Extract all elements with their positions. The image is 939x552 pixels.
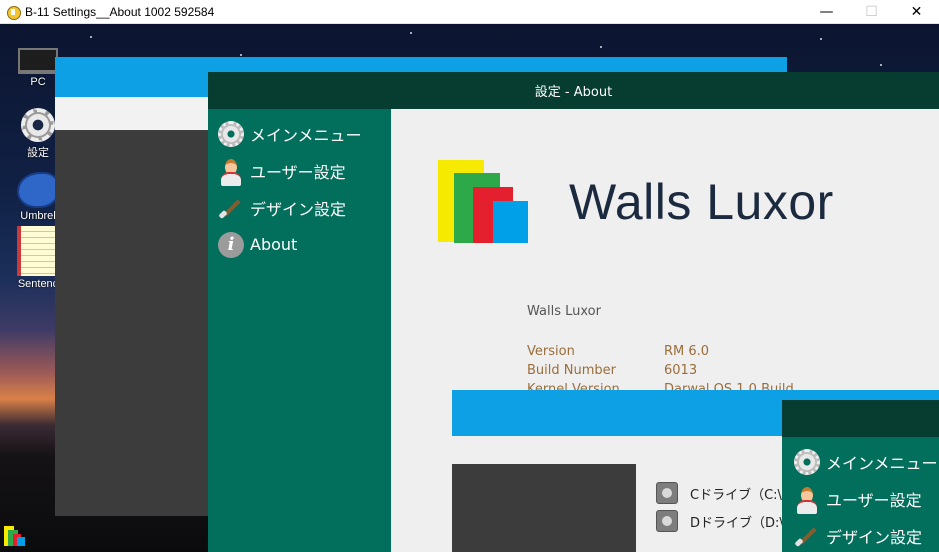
star: [600, 46, 602, 48]
nav-item-user-settings[interactable]: ユーザー設定: [208, 152, 391, 189]
nav-item-design-settings[interactable]: デザイン設定: [208, 189, 391, 226]
nav-item-label: デザイン設定: [826, 527, 923, 547]
nav-item-user-settings[interactable]: ユーザー設定: [782, 480, 939, 517]
notepad-icon: [17, 226, 59, 276]
gear-icon: [218, 120, 244, 147]
window-titlebar: B-11 Settings__About 1002 592584 — ☐ ✕: [0, 0, 939, 24]
pc-icon: [18, 48, 58, 74]
nav-item-label: ユーザー設定: [250, 162, 346, 182]
settings-window-title[interactable]: 設定 - About: [208, 72, 939, 109]
brush-icon: [794, 523, 820, 549]
app-icon: [6, 5, 21, 20]
dolphin-icon: [17, 172, 59, 208]
minimize-button[interactable]: —: [804, 0, 849, 24]
front-window-titlebar[interactable]: [782, 400, 939, 437]
window-title: B-11 Settings__About 1002 592584: [25, 4, 215, 19]
info-row-build: Build Number 6013: [527, 363, 697, 378]
app-name: Walls Luxor: [527, 304, 601, 319]
settings-sidebar: メインメニュー ユーザー設定 デザイン設定 i About: [208, 109, 391, 552]
info-value: RM 6.0: [664, 344, 710, 359]
walls-luxor-logo: [438, 160, 533, 244]
info-value: 6013: [664, 363, 698, 378]
nav-item-design-settings[interactable]: デザイン設定: [782, 517, 939, 552]
background-window-strip: [55, 97, 215, 130]
nav-item-label: About: [250, 235, 298, 254]
close-button[interactable]: ✕: [894, 0, 939, 24]
maximize-button[interactable]: ☐: [849, 0, 894, 24]
nav-item-main-menu[interactable]: メインメニュー: [208, 115, 391, 152]
nav-item-label: ユーザー設定: [826, 490, 922, 510]
taskbar-logo-icon[interactable]: [4, 526, 26, 548]
star: [880, 64, 882, 66]
nav-item-label: メインメニュー: [826, 453, 938, 473]
user-icon: [794, 486, 820, 514]
star: [90, 36, 92, 38]
info-row-version: Version RM 6.0: [527, 344, 709, 359]
info-label: Version: [527, 344, 575, 359]
gear-icon: [21, 108, 55, 142]
drive-label: Cドライブ（C:\: [690, 487, 782, 503]
nav-item-about[interactable]: i About: [208, 226, 391, 263]
drive-item-c[interactable]: Cドライブ（C:\: [656, 482, 782, 504]
star: [820, 38, 822, 40]
drive-icon: [656, 510, 678, 532]
brand-title: Walls Luxor: [569, 174, 834, 230]
background-window-body: [55, 130, 215, 516]
user-icon: [218, 158, 244, 186]
drive-label: Dドライブ（D:\: [690, 515, 784, 531]
star: [240, 54, 242, 56]
star: [410, 32, 412, 34]
info-label: Build Number: [527, 363, 616, 378]
window-controls: — ☐ ✕: [804, 0, 939, 24]
nav-item-label: メインメニュー: [250, 125, 362, 145]
nav-item-main-menu[interactable]: メインメニュー: [782, 443, 939, 480]
drive-item-d[interactable]: Dドライブ（D:\: [656, 510, 784, 532]
gear-icon: [794, 448, 820, 475]
front-window-sidebar: メインメニュー ユーザー設定 デザイン設定: [782, 437, 939, 552]
brush-icon: [218, 195, 244, 221]
overlapping-panel: [452, 464, 636, 552]
nav-item-label: デザイン設定: [250, 199, 347, 219]
drive-icon: [656, 482, 678, 504]
info-icon: i: [218, 231, 244, 258]
